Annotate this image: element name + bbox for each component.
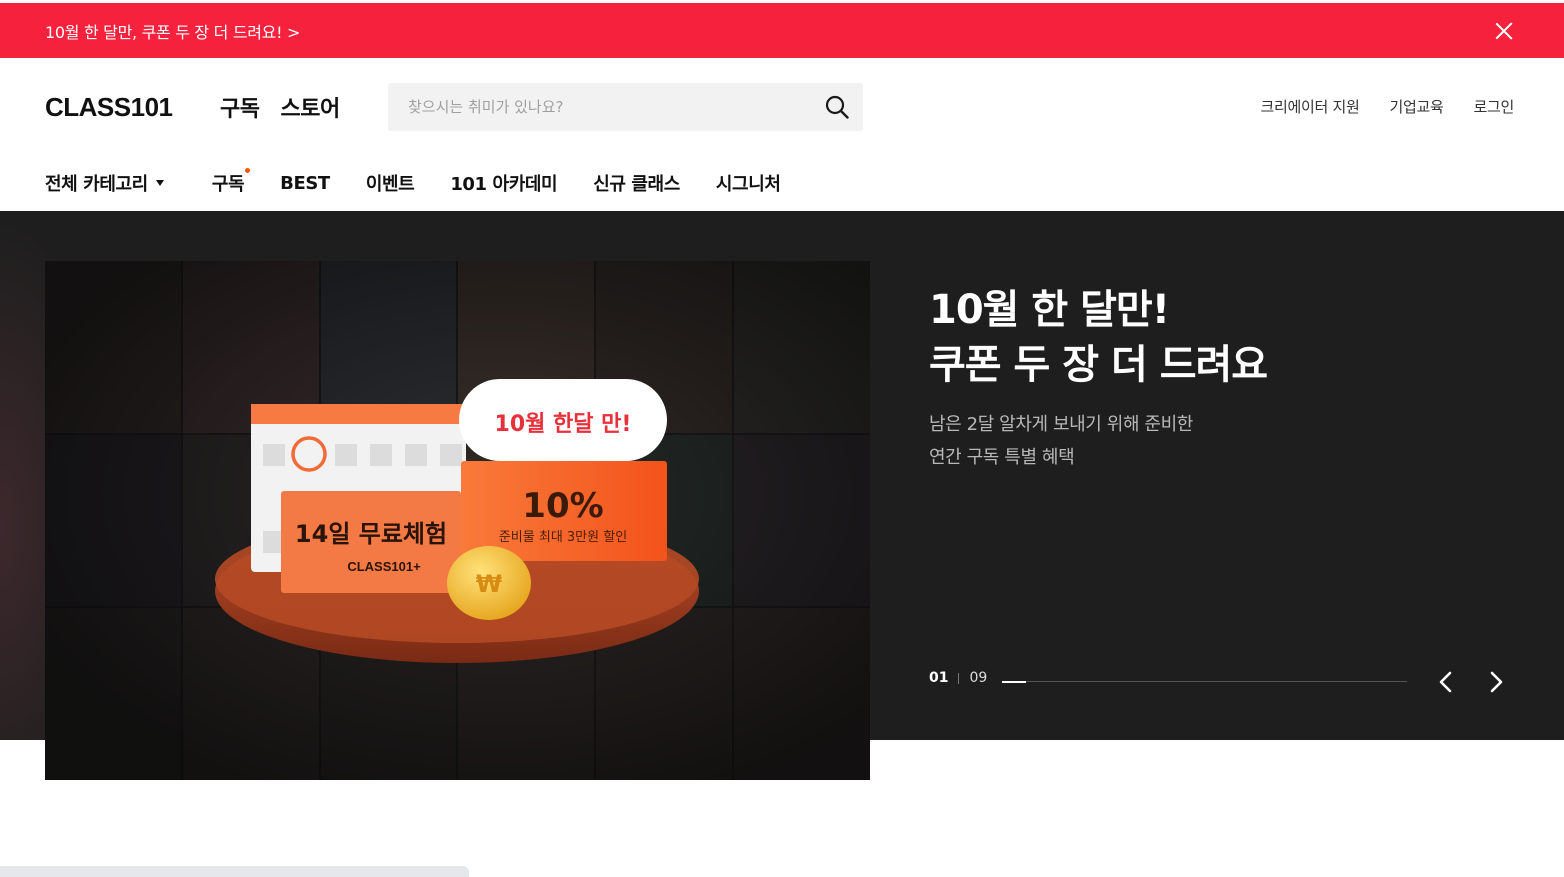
cat-academy[interactable]: 101 아카데미 <box>450 170 557 196</box>
creator-support-link[interactable]: 크리에이터 지원 <box>1260 96 1359 117</box>
hero-banner-image[interactable]: 10% 준비물 최대 3만원 할인 14일 무료체험 CLASS101+ 10월… <box>45 261 870 780</box>
cat-best[interactable]: BEST <box>280 173 330 194</box>
ticket1-title-text: 14일 무료체험 <box>295 520 447 548</box>
cat-subscribe[interactable]: 구독 <box>211 168 251 196</box>
login-link[interactable]: 로그인 <box>1473 96 1514 117</box>
hero-title-line1: 10월 한 달만! <box>929 287 1170 333</box>
pager-current: 01 <box>929 670 949 686</box>
cat-subscribe-label: 구독 <box>211 174 245 195</box>
promo-illustration: 10% 준비물 최대 3만원 할인 14일 무료체험 CLASS101+ 10월… <box>215 379 699 663</box>
search-input[interactable] <box>408 98 823 116</box>
main-nav: 구독 스토어 <box>220 91 340 123</box>
badge-text: 10월 한달 만! <box>495 412 632 437</box>
pager-total: 09 <box>969 670 988 686</box>
util-nav: 크리에이터 지원 기업교육 로그인 <box>1260 96 1514 117</box>
pager-divider <box>958 672 960 684</box>
cat-signature[interactable]: 시그니처 <box>716 170 781 196</box>
promo-banner: 10월 한 달만, 쿠폰 두 장 더 드려요! > <box>0 3 1564 58</box>
hero-subtitle-line2: 연간 구독 특별 혜택 <box>929 447 1075 468</box>
search-box <box>388 83 863 131</box>
all-categories-dropdown[interactable]: 전체 카테고리 <box>45 170 164 196</box>
hero-text-block: 10월 한 달만! 쿠폰 두 장 더 드려요 남은 2달 알차게 보내기 위해 … <box>929 283 1449 474</box>
cat-event[interactable]: 이벤트 <box>366 170 415 196</box>
new-dot-badge <box>245 168 251 173</box>
search-icon[interactable] <box>823 93 851 121</box>
header: CLASS101 구독 스토어 크리에이터 지원 기업교육 로그인 <box>0 58 1564 154</box>
category-nav: 전체 카테고리 구독 BEST 이벤트 101 아카데미 신규 클래스 시그니처 <box>45 168 781 198</box>
nav-subscribe[interactable]: 구독 <box>220 91 260 123</box>
all-categories-label: 전체 카테고리 <box>45 174 148 195</box>
logo[interactable]: CLASS101 <box>45 92 173 123</box>
content-section-edge <box>0 866 469 877</box>
chevron-left-icon[interactable] <box>1432 668 1460 696</box>
ticket2-big-text: 10% <box>522 486 603 526</box>
ticket2-sub-text: 준비물 최대 3만원 할인 <box>499 530 627 545</box>
hero-title: 10월 한 달만! 쿠폰 두 장 더 드려요 <box>929 283 1449 393</box>
hero-subtitle-line1: 남은 2달 알차게 보내기 위해 준비한 <box>929 414 1193 435</box>
ticket1-brand-text: CLASS101+ <box>347 559 421 574</box>
hero-subtitle: 남은 2달 알차게 보내기 위해 준비한 연간 구독 특별 혜택 <box>929 408 1449 474</box>
nav-store[interactable]: 스토어 <box>280 91 340 123</box>
enterprise-link[interactable]: 기업교육 <box>1389 96 1443 117</box>
cat-new-class[interactable]: 신규 클래스 <box>593 170 680 196</box>
promo-link[interactable]: 10월 한 달만, 쿠폰 두 장 더 드려요! > <box>45 19 300 43</box>
close-icon[interactable] <box>1494 21 1514 41</box>
chevron-right-icon[interactable] <box>1482 668 1510 696</box>
slide-progress-fill <box>1002 680 1027 683</box>
coin-symbol-text: ₩ <box>476 570 503 598</box>
hero-title-line2: 쿠폰 두 장 더 드려요 <box>929 342 1268 388</box>
slide-pager: 01 09 <box>929 670 987 686</box>
slide-progress-bar <box>1002 680 1407 683</box>
caret-down-icon <box>155 180 164 186</box>
